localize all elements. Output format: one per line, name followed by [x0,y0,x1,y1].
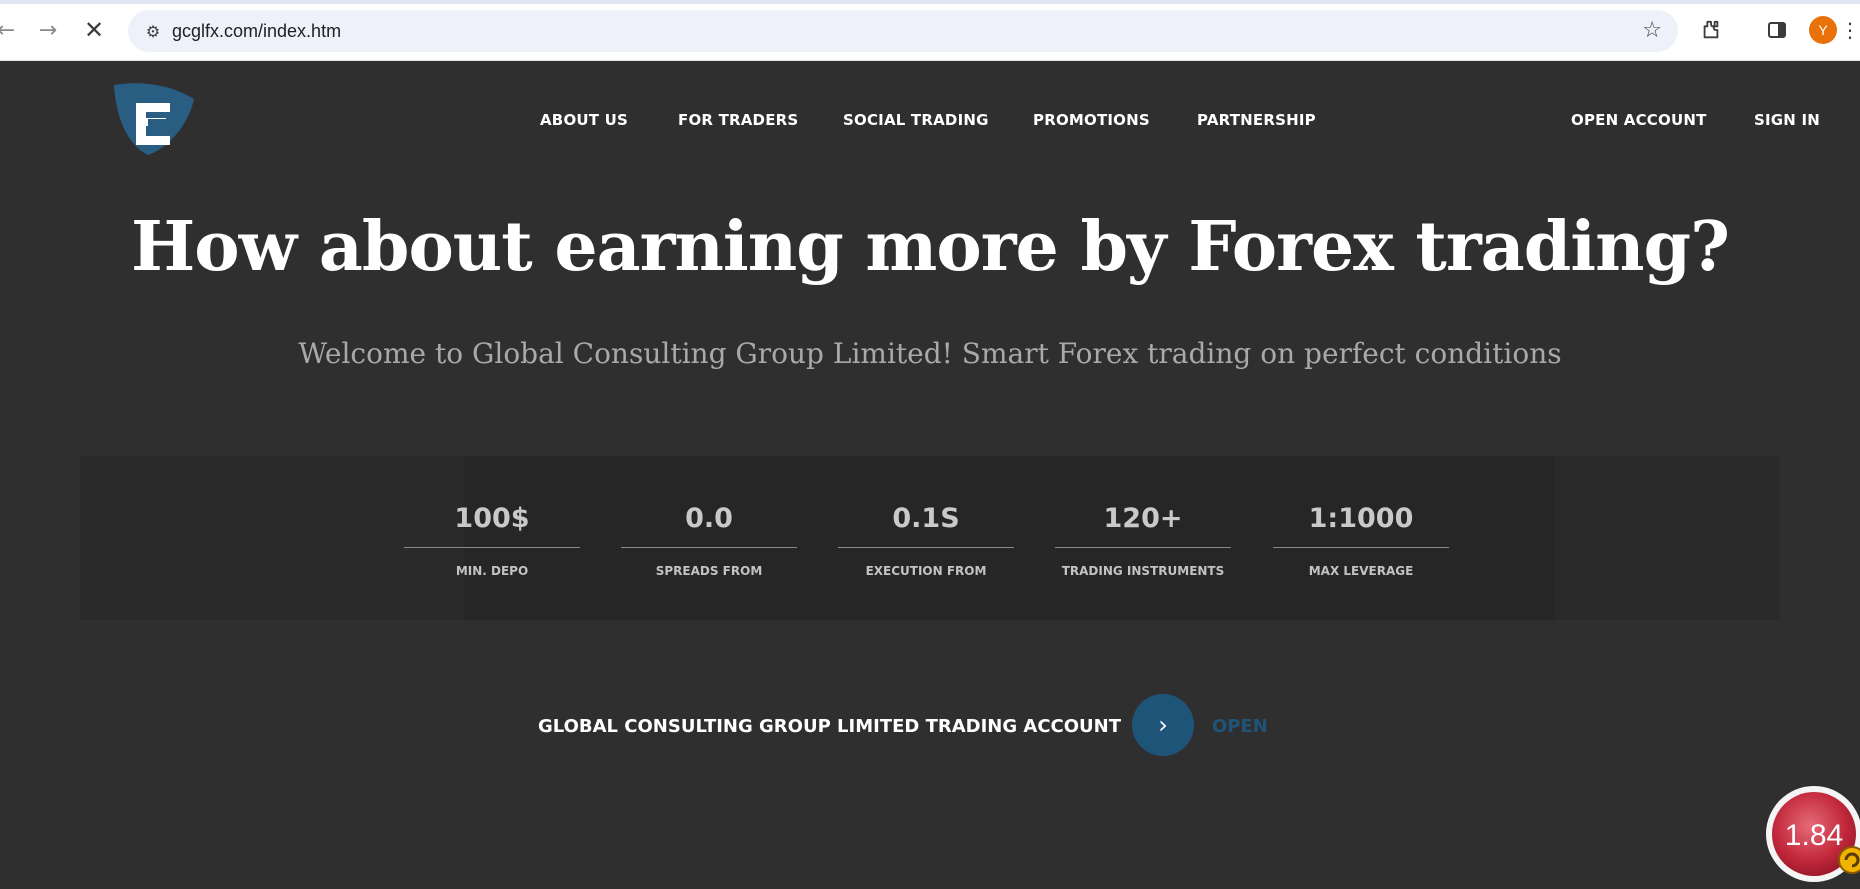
divider [1273,547,1449,548]
cta-open-link[interactable]: OPEN [1212,716,1268,737]
star-icon[interactable]: ☆ [1642,18,1662,43]
more-vert-icon[interactable]: ⋮ [1840,15,1860,45]
divider [404,547,580,548]
divider [621,547,797,548]
hero-subtitle: Welcome to Global Consulting Group Limit… [298,337,1562,370]
stat-value: 1:1000 [1308,503,1414,534]
tab-strip [0,0,1860,4]
cta-open-button[interactable]: › [1132,694,1194,756]
cta-label[interactable]: GLOBAL CONSULTING GROUP LIMITED TRADING … [538,716,1121,737]
stat-min-depo: 100$ MIN. DEPO [404,456,580,620]
hero-title: How about earning more by Forex trading? [131,207,1730,287]
nav-partnership[interactable]: PARTNERSHIP [1197,111,1316,129]
chevron-right-icon: › [1158,711,1168,739]
stat-execution-from: 0.1S EXECUTION FROM [838,456,1014,620]
nav-for-traders[interactable]: FOR TRADERS [678,111,798,129]
avatar[interactable]: Y [1809,16,1837,44]
stat-value: 100$ [454,503,530,534]
puzzle-icon[interactable] [1696,15,1726,45]
stat-max-leverage: 1:1000 MAX LEVERAGE [1273,456,1449,620]
profile-button[interactable]: Y [1808,15,1838,45]
arrow-right-icon[interactable]: → [32,14,64,46]
site-logo[interactable] [108,79,198,157]
stat-label: SPREADS FROM [655,564,763,578]
stat-value: 120+ [1103,503,1183,534]
page: ABOUT US FOR TRADERS SOCIAL TRADING PROM… [0,61,1860,882]
url-text[interactable]: gcglfx.com/index.htm [172,21,341,42]
stat-spreads-from: 0.0 SPREADS FROM [621,456,797,620]
stats-band: 100$ MIN. DEPO 0.0 SPREADS FROM 0.1S EXE… [80,456,1780,620]
nav-about-us[interactable]: ABOUT US [540,111,628,129]
side-panel-icon[interactable] [1762,15,1792,45]
tune-icon[interactable]: ⚙ [142,20,164,42]
arrow-left-icon[interactable]: ← [0,14,22,46]
stat-value: 0.1S [892,503,960,534]
floating-widget[interactable]: 1.84 [1762,784,1860,884]
stat-label: TRADING INSTRUMENTS [1061,564,1225,578]
address-bar[interactable]: ⚙ gcglfx.com/index.htm ☆ [128,10,1678,52]
stat-trading-instruments: 120+ TRADING INSTRUMENTS [1055,456,1231,620]
stat-label: MAX LEVERAGE [1308,564,1414,578]
open-account-cta: GLOBAL CONSULTING GROUP LIMITED TRADING … [0,694,1860,756]
divider [838,547,1014,548]
stat-label: MIN. DEPO [455,564,529,578]
divider [1055,547,1231,548]
nav-promotions[interactable]: PROMOTIONS [1033,111,1150,129]
widget-value: 1.84 [1785,819,1843,852]
sign-in-link[interactable]: SIGN IN [1754,111,1820,129]
browser-toolbar: ← → ✕ ⚙ gcglfx.com/index.htm ☆ Y ⋮ [0,0,1860,61]
stat-label: EXECUTION FROM [865,564,987,578]
stat-value: 0.0 [685,503,733,534]
nav-social-trading[interactable]: SOCIAL TRADING [843,111,989,129]
close-icon[interactable]: ✕ [78,14,110,46]
open-account-link[interactable]: OPEN ACCOUNT [1571,111,1707,129]
